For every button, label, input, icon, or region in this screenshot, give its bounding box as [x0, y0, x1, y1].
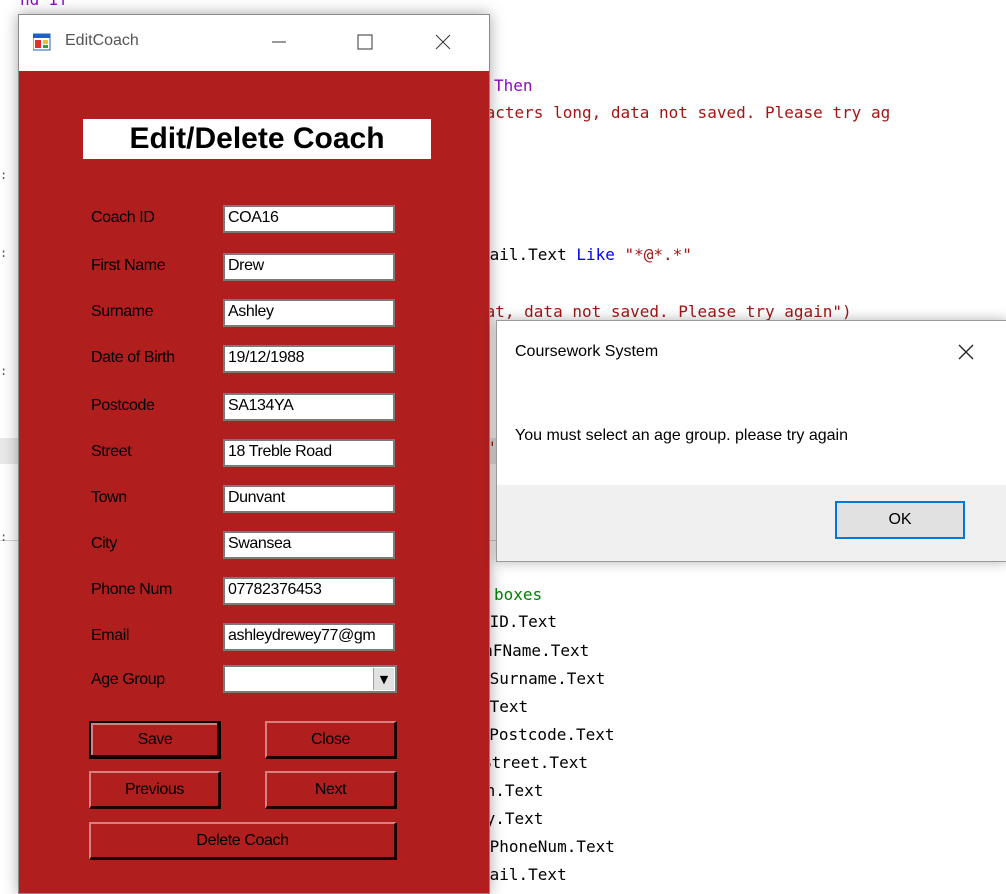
- next-button[interactable]: Next: [265, 771, 397, 809]
- age-group-label: Age Group: [91, 671, 165, 688]
- title-bar[interactable]: EditCoach: [19, 15, 489, 71]
- surname-label: Surname: [91, 303, 154, 320]
- code-line: nd If: [20, 0, 68, 10]
- street-label: Street: [91, 443, 132, 460]
- form-heading: Edit/Delete Coach: [83, 119, 431, 159]
- code-line: Street.Text: [482, 753, 588, 773]
- town-field[interactable]: Dunvant: [223, 485, 395, 513]
- previous-button[interactable]: Previous: [89, 771, 221, 809]
- date-of-birth-field[interactable]: 19/12/1988: [223, 345, 395, 373]
- code-line: mat, data not saved. Please try again"): [476, 302, 852, 322]
- postcode-label: Postcode: [91, 397, 155, 414]
- form-body: Edit/Delete Coach Coach ID COA16 First N…: [19, 71, 489, 893]
- code-line: mail.Text Like "*@*.*": [480, 245, 692, 265]
- code-token: mail.Text: [480, 865, 567, 884]
- coach-id-field[interactable]: COA16: [223, 205, 395, 233]
- code-token: Like: [576, 245, 625, 264]
- window-title: EditCoach: [65, 32, 139, 49]
- close-icon: [958, 344, 974, 360]
- email-label: Email: [91, 627, 130, 644]
- code-token: mail.Text: [480, 245, 577, 264]
- code-token: mat, data not saved. Please try again"): [476, 302, 852, 321]
- gutter-marker: :: [0, 246, 8, 260]
- code-token: racters long, data not saved. Please try…: [476, 103, 891, 122]
- code-line: chPostcode.Text: [470, 725, 615, 745]
- age-group-dropdown[interactable]: ▼: [223, 665, 397, 693]
- minimize-icon: [272, 41, 286, 43]
- code-token: Street.Text: [482, 753, 588, 772]
- first-name-field[interactable]: Drew: [223, 253, 395, 281]
- code-token: hPhoneNum.Text: [480, 837, 615, 856]
- city-label: City: [91, 535, 117, 552]
- gutter-marker: :: [0, 168, 8, 182]
- code-line: hPhoneNum.Text: [480, 837, 615, 857]
- first-name-label: First Name: [91, 257, 166, 274]
- maximize-button[interactable]: [345, 25, 385, 59]
- message-box-footer: OK: [497, 485, 1006, 561]
- save-button[interactable]: Save: [89, 721, 221, 759]
- code-token: chPostcode.Text: [470, 725, 615, 744]
- code-line: mail.Text: [480, 865, 567, 885]
- code-token: Then: [494, 76, 533, 95]
- maximize-icon: [357, 34, 373, 50]
- delete-coach-button[interactable]: Delete Coach: [89, 822, 397, 860]
- minimize-button[interactable]: [259, 25, 299, 59]
- street-field[interactable]: 18 Treble Road: [223, 439, 395, 467]
- gutter-marker: :: [0, 364, 8, 378]
- edit-coach-window: EditCoach Edit/Delete Coach Coach ID COA…: [18, 14, 490, 894]
- postcode-field[interactable]: SA134YA: [223, 393, 395, 421]
- app-icon: [32, 33, 51, 51]
- message-text: You must select an age group. please try…: [515, 427, 848, 444]
- email-field[interactable]: ashleydrewey77@gm: [223, 623, 395, 651]
- phone-num-field[interactable]: 07782376453: [223, 577, 395, 605]
- code-token: hSurname.Text: [480, 669, 606, 688]
- code-line: Then: [494, 76, 533, 96]
- dropdown-arrow-icon[interactable]: ▼: [373, 668, 394, 690]
- message-box-title: Coursework System: [515, 343, 659, 360]
- code-token: nd If: [20, 0, 68, 9]
- ok-button[interactable]: OK: [835, 501, 965, 539]
- message-box: Coursework System You must select an age…: [496, 320, 1006, 562]
- code-line: boxes: [494, 585, 542, 605]
- phone-num-label: Phone Num: [91, 581, 172, 598]
- coach-id-label: Coach ID: [91, 209, 155, 226]
- town-label: Town: [91, 489, 127, 506]
- message-box-close-button[interactable]: [949, 337, 983, 367]
- code-token: "*@*.*": [624, 245, 692, 264]
- code-line: racters long, data not saved. Please try…: [476, 103, 890, 123]
- code-line: hID.Text: [480, 612, 557, 632]
- close-window-button[interactable]: [423, 25, 463, 59]
- code-line: hSurname.Text: [480, 669, 605, 689]
- city-field[interactable]: Swansea: [223, 531, 395, 559]
- code-token: hID.Text: [480, 612, 558, 631]
- surname-field[interactable]: Ashley: [223, 299, 395, 327]
- code-token: boxes: [494, 585, 543, 604]
- close-button[interactable]: Close: [265, 721, 397, 759]
- gutter-marker: :: [0, 530, 8, 544]
- close-icon: [435, 34, 451, 50]
- date-of-birth-label: Date of Birth: [91, 349, 175, 366]
